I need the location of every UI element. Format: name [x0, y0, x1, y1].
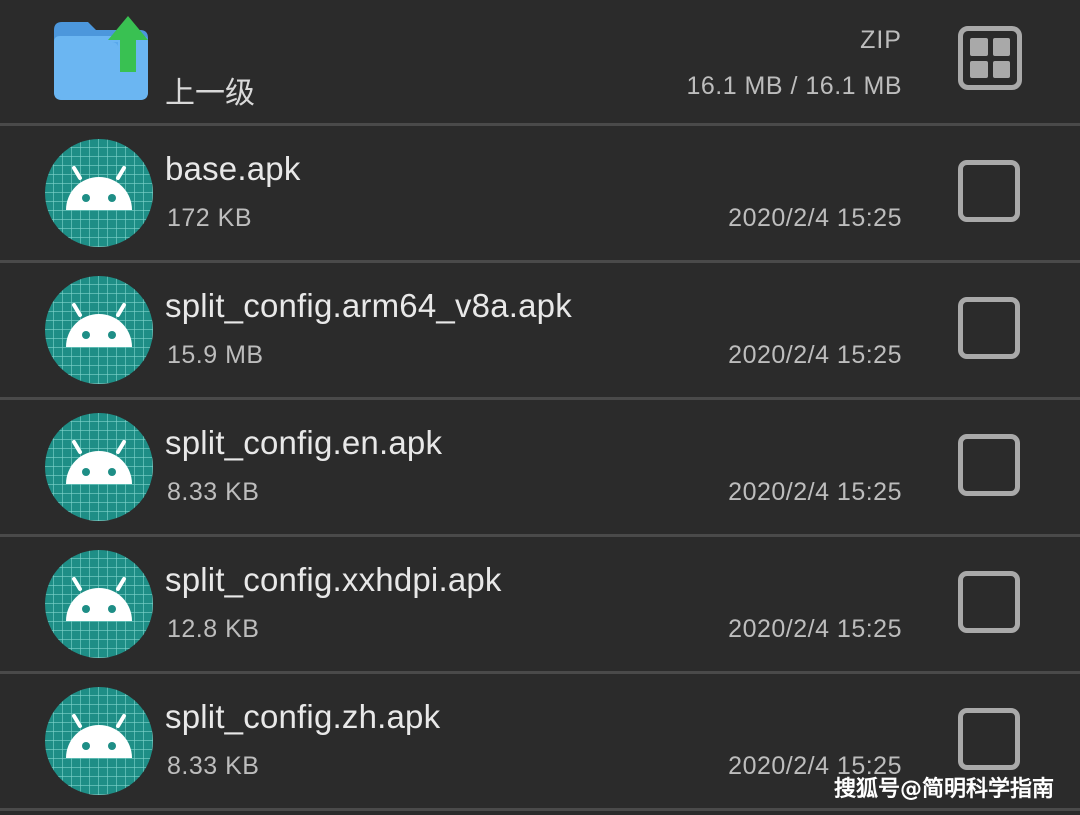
file-name: split_config.zh.apk — [165, 698, 441, 735]
file-size: 12.8 KB — [167, 615, 260, 643]
select-checkbox[interactable] — [958, 160, 1020, 222]
parent-folder-label: 上一级 — [165, 76, 255, 111]
file-row[interactable]: base.apk 172 KB 2020/2/4 15:25 — [0, 126, 1080, 260]
file-row[interactable]: split_config.xxhdpi.apk 12.8 KB 2020/2/4… — [0, 537, 1080, 671]
android-apk-icon — [45, 687, 153, 795]
android-apk-icon — [45, 139, 153, 247]
archive-size: 16.1 MB / 16.1 MB — [686, 72, 902, 100]
android-apk-icon — [45, 413, 153, 521]
file-name: base.apk — [165, 150, 301, 187]
android-apk-icon — [45, 276, 153, 384]
select-checkbox[interactable] — [958, 434, 1020, 496]
file-size: 172 KB — [167, 204, 253, 232]
file-size: 8.33 KB — [167, 478, 260, 506]
android-apk-icon — [45, 550, 153, 658]
file-size: 8.33 KB — [167, 752, 260, 780]
divider — [0, 808, 1080, 811]
file-date: 2020/2/4 15:25 — [728, 615, 902, 643]
file-row[interactable]: split_config.arm64_v8a.apk 15.9 MB 2020/… — [0, 263, 1080, 397]
select-checkbox[interactable] — [958, 297, 1020, 359]
grid-view-icon[interactable] — [958, 26, 1022, 90]
folder-up-icon — [54, 16, 148, 100]
file-name: split_config.arm64_v8a.apk — [165, 287, 572, 324]
file-size: 15.9 MB — [167, 341, 264, 369]
watermark: 搜狐号@简明科学指南 — [833, 777, 1054, 802]
file-date: 2020/2/4 15:25 — [728, 478, 902, 506]
archive-type: ZIP — [860, 26, 902, 54]
select-checkbox[interactable] — [958, 708, 1020, 770]
file-row[interactable]: split_config.en.apk 8.33 KB 2020/2/4 15:… — [0, 400, 1080, 534]
file-date: 2020/2/4 15:25 — [728, 204, 902, 232]
select-checkbox[interactable] — [958, 571, 1020, 633]
file-name: split_config.xxhdpi.apk — [165, 561, 502, 598]
parent-folder-row[interactable]: 上一级 ZIP 16.1 MB / 16.1 MB — [0, 0, 1080, 134]
file-name: split_config.en.apk — [165, 424, 443, 461]
file-date: 2020/2/4 15:25 — [728, 341, 902, 369]
